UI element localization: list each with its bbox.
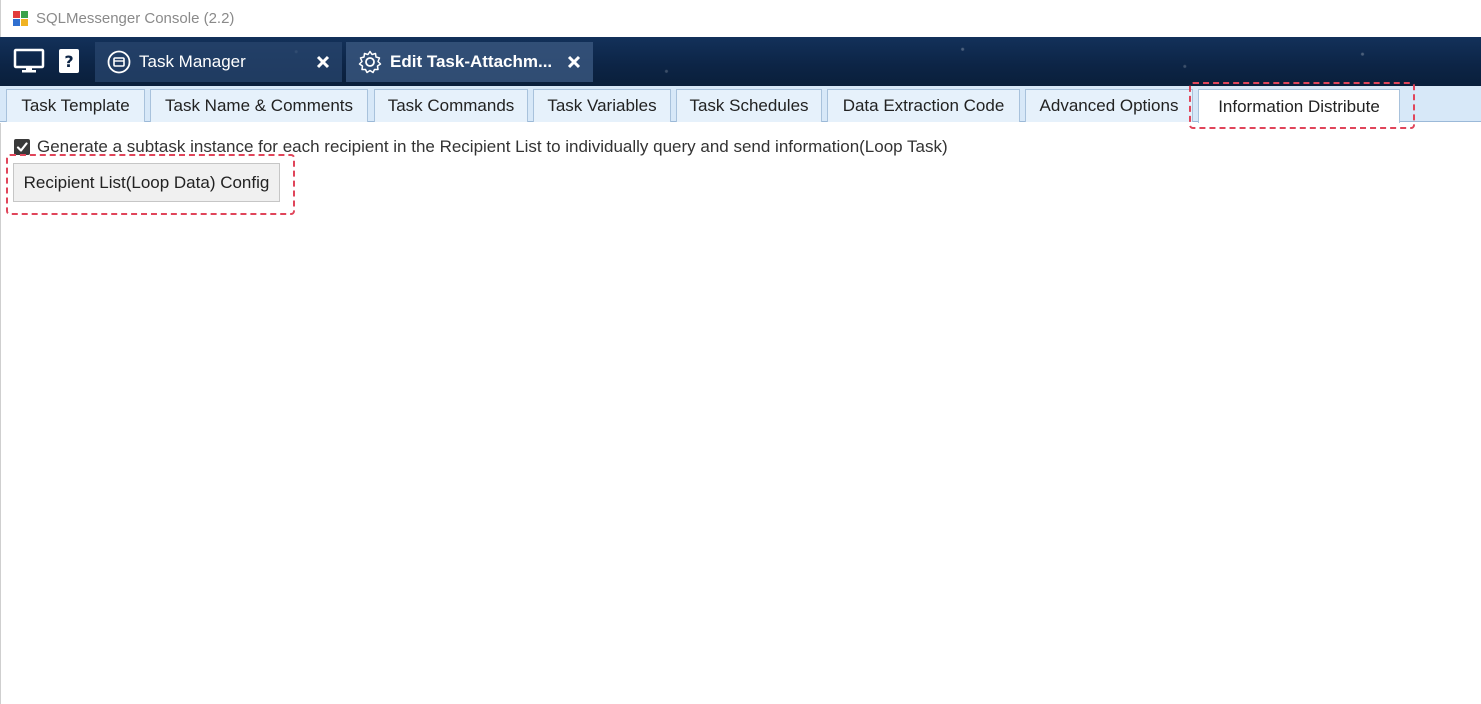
tab-task-variables[interactable]: Task Variables — [533, 89, 671, 122]
help-icon[interactable]: ? — [56, 47, 82, 75]
recipient-list-config-button[interactable]: Recipient List(Loop Data) Config — [13, 163, 280, 202]
task-manager-icon — [107, 50, 131, 74]
tab-label: Information Distribute — [1218, 96, 1380, 116]
tab-edit-task-label: Edit Task-Attachm... — [390, 52, 553, 71]
tab-task-manager[interactable]: Task Manager — [95, 42, 342, 82]
tab-label: Data Extraction Code — [842, 96, 1005, 115]
tab-label: Task Schedules — [689, 96, 809, 115]
tab-information-distribute[interactable]: Information Distribute — [1198, 89, 1400, 123]
tab-task-manager-label: Task Manager — [139, 52, 246, 71]
tab-label: Task Name & Comments — [165, 96, 353, 115]
puzzle-logo-icon — [11, 9, 31, 29]
property-tabs: Task Template Task Name & Comments Task … — [0, 86, 1481, 123]
tab-label: Task Commands — [387, 96, 515, 115]
loop-task-checkbox[interactable] — [14, 139, 30, 155]
tab-label: Task Variables — [547, 96, 657, 115]
window-titlebar: SQLMessenger Console (2.2) — [0, 0, 1481, 37]
close-icon[interactable] — [312, 55, 334, 69]
gear-icon — [358, 50, 382, 74]
loop-task-option: Generate a subtask instance for each rec… — [14, 137, 948, 157]
tab-content-panel: Generate a subtask instance for each rec… — [0, 123, 1481, 704]
window-title: SQLMessenger Console (2.2) — [36, 10, 235, 27]
tab-edit-task[interactable]: Edit Task-Attachm... — [346, 42, 593, 82]
nav-strip: ? Task Manager Edit Task-Attachm... — [0, 37, 1481, 86]
tab-task-commands[interactable]: Task Commands — [374, 89, 528, 122]
monitor-icon[interactable] — [12, 47, 46, 75]
tab-advanced-options[interactable]: Advanced Options — [1025, 89, 1193, 122]
tab-label: Advanced Options — [1039, 96, 1179, 115]
tab-label: Task Template — [21, 96, 130, 115]
close-icon[interactable] — [563, 55, 585, 69]
svg-text:?: ? — [64, 52, 73, 71]
tab-task-schedules[interactable]: Task Schedules — [676, 89, 822, 122]
loop-task-label[interactable]: Generate a subtask instance for each rec… — [37, 137, 948, 157]
tab-task-template[interactable]: Task Template — [6, 89, 145, 122]
tab-data-extraction-code[interactable]: Data Extraction Code — [827, 89, 1020, 122]
tab-task-name-comments[interactable]: Task Name & Comments — [150, 89, 368, 122]
